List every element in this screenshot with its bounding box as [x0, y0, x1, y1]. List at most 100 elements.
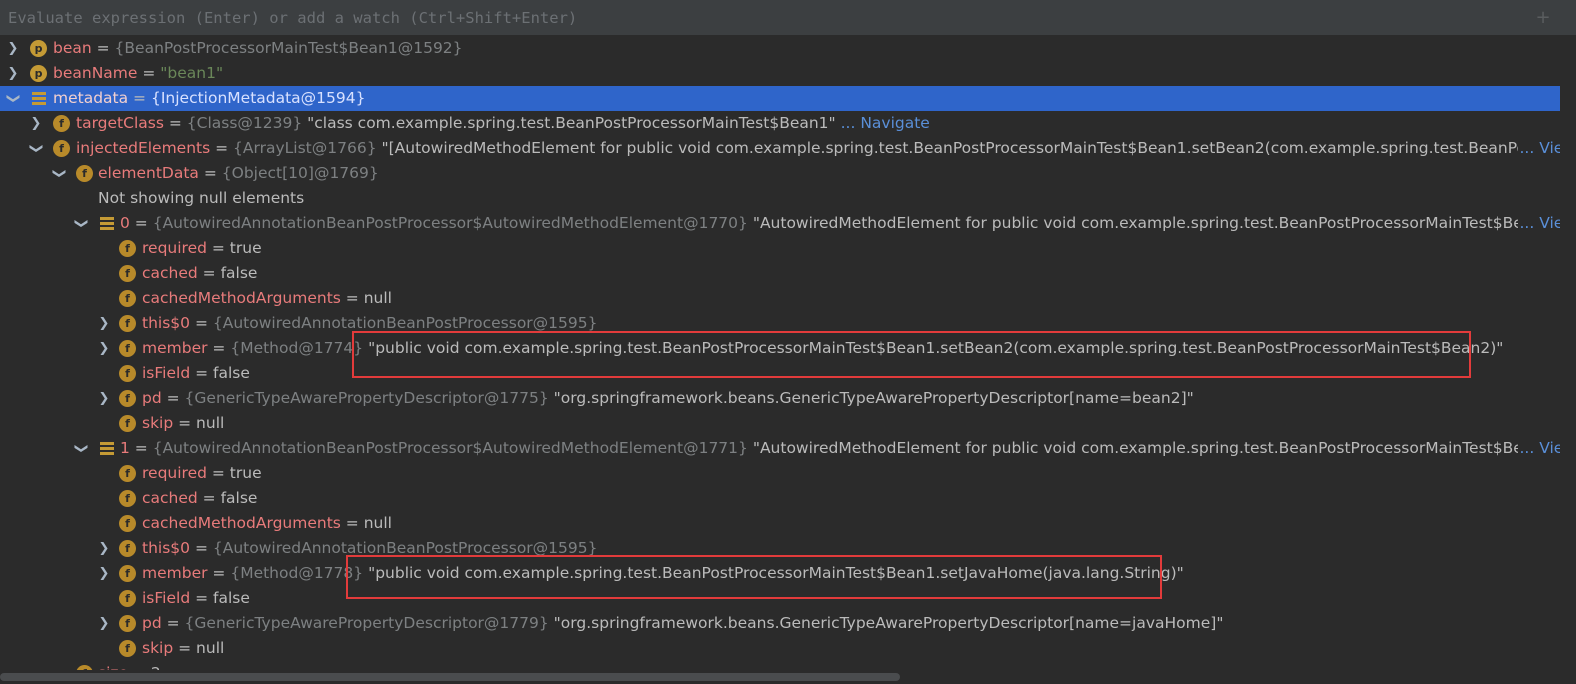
var-name: cached [142, 264, 198, 282]
view-link[interactable]: ... View [1517, 211, 1560, 236]
tree-row-required[interactable]: f required = true [0, 461, 1560, 486]
property-icon: p [30, 40, 47, 57]
collapse-arrow-icon[interactable]: ❯ [47, 166, 72, 182]
horizontal-scrollbar[interactable] [0, 670, 1576, 684]
tree-row-metadata[interactable]: ❯ metadata = {InjectionMetadata@1594} [0, 86, 1560, 111]
var-type: {GenericTypeAwarePropertyDescriptor@1775… [184, 389, 549, 407]
var-value: "org.springframework.beans.GenericTypeAw… [548, 614, 1224, 632]
field-icon: f [119, 540, 136, 557]
navigate-link[interactable]: ... Navigate [836, 114, 930, 132]
var-name: 1 [120, 439, 130, 457]
var-name: bean [53, 39, 92, 57]
var-name: this$0 [142, 539, 191, 557]
var-value: "bean1" [160, 64, 224, 82]
var-type: {GenericTypeAwarePropertyDescriptor@1779… [184, 614, 549, 632]
tree-row-cachedmethodarguments[interactable]: f cachedMethodArguments = null [0, 511, 1560, 536]
var-type: {Object[10]@1769} [221, 164, 379, 182]
var-value: false [220, 264, 258, 282]
var-type: {AutowiredAnnotationBeanPostProcessor$Au… [152, 214, 748, 232]
var-type: {Method@1778} [230, 564, 364, 582]
vertical-scrollbar[interactable] [1566, 36, 1576, 676]
tree-row-element-0[interactable]: ❯ 0 = {AutowiredAnnotationBeanPostProces… [0, 211, 1560, 236]
tree-row-beanname[interactable]: ❯ p beanName = "bean1" [0, 61, 1560, 86]
expand-arrow-icon[interactable]: ❯ [96, 561, 112, 586]
var-value: true [229, 464, 262, 482]
var-name: 0 [120, 214, 130, 232]
tree-row-cached[interactable]: f cached = false [0, 261, 1560, 286]
tree-row-injectedelements[interactable]: ❯ f injectedElements = {ArrayList@1766} … [0, 136, 1560, 161]
field-icon: f [119, 490, 136, 507]
tree-row-cachedmethodarguments[interactable]: f cachedMethodArguments = null [0, 286, 1560, 311]
tree-row-skip[interactable]: f skip = null [0, 411, 1560, 436]
tree-row-targetclass[interactable]: ❯ f targetClass = {Class@1239} "class co… [0, 111, 1560, 136]
var-name: this$0 [142, 314, 191, 332]
expand-arrow-icon[interactable]: ❯ [5, 61, 21, 86]
var-name: metadata [53, 89, 129, 107]
expand-arrow-icon[interactable]: ❯ [96, 336, 112, 361]
collapse-arrow-icon[interactable]: ❯ [24, 141, 49, 157]
evaluate-expression-input[interactable] [8, 6, 1488, 30]
var-name: injectedElements [76, 139, 211, 157]
var-value: false [220, 489, 258, 507]
var-value: null [196, 414, 225, 432]
tree-row-info: Not showing null elements [0, 186, 1560, 211]
expand-arrow-icon[interactable]: ❯ [96, 386, 112, 411]
tree-row-skip[interactable]: f skip = null [0, 636, 1560, 661]
scrollbar-thumb[interactable] [0, 673, 900, 681]
tree-row-bean[interactable]: ❯ p bean = {BeanPostProcessorMainTest$Be… [0, 36, 1560, 61]
var-type: {ArrayList@1766} [233, 139, 377, 157]
field-icon: f [119, 640, 136, 657]
var-name: member [142, 564, 208, 582]
field-icon: f [119, 315, 136, 332]
var-name: targetClass [76, 114, 164, 132]
var-name: elementData [98, 164, 199, 182]
tree-row-elementdata[interactable]: ❯ f elementData = {Object[10]@1769} [0, 161, 1560, 186]
field-icon: f [76, 165, 93, 182]
field-icon: f [119, 265, 136, 282]
var-value: null [363, 514, 392, 532]
var-type: {Class@1239} [186, 114, 303, 132]
array-icon [100, 217, 114, 231]
property-icon: p [30, 65, 47, 82]
add-watch-icon[interactable]: + [1532, 9, 1554, 31]
var-value: "org.springframework.beans.GenericTypeAw… [548, 389, 1194, 407]
collapse-arrow-icon[interactable]: ❯ [69, 216, 94, 232]
field-icon: f [119, 365, 136, 382]
var-value: false [213, 364, 250, 382]
var-value: "AutowiredMethodElement for public void … [747, 214, 1552, 232]
tree-row-pd[interactable]: ❯ f pd = {GenericTypeAwarePropertyDescri… [0, 386, 1560, 411]
highlight-box [346, 555, 1162, 599]
var-value: "AutowiredMethodElement for public void … [747, 439, 1552, 457]
view-link[interactable]: ... View [1517, 436, 1560, 461]
field-icon: f [119, 590, 136, 607]
expand-arrow-icon[interactable]: ❯ [96, 311, 112, 336]
collapse-arrow-icon[interactable]: ❯ [1, 91, 26, 107]
expand-arrow-icon[interactable]: ❯ [5, 36, 21, 61]
expand-arrow-icon[interactable]: ❯ [28, 111, 44, 136]
tree-row-cached[interactable]: f cached = false [0, 486, 1560, 511]
view-link[interactable]: ... View [1517, 136, 1560, 161]
tree-row-required[interactable]: f required = true [0, 236, 1560, 261]
field-icon: f [119, 340, 136, 357]
var-name: required [142, 239, 207, 257]
tree-row-pd[interactable]: ❯ f pd = {GenericTypeAwarePropertyDescri… [0, 611, 1560, 636]
expand-arrow-icon[interactable]: ❯ [96, 611, 112, 636]
tree-row-element-1[interactable]: ❯ 1 = {AutowiredAnnotationBeanPostProces… [0, 436, 1560, 461]
field-icon: f [53, 140, 70, 157]
var-type: {BeanPostProcessorMainTest$Bean1@1592} [114, 39, 463, 57]
expand-arrow-icon[interactable]: ❯ [96, 536, 112, 561]
var-value: false [213, 589, 250, 607]
var-name: isField [142, 364, 191, 382]
var-value: "class com.example.spring.test.BeanPostP… [302, 114, 836, 132]
var-name: cachedMethodArguments [142, 289, 341, 307]
var-type: {AutowiredAnnotationBeanPostProcessor$Au… [152, 439, 748, 457]
field-icon: f [119, 240, 136, 257]
array-icon [32, 92, 46, 106]
var-value: true [229, 239, 262, 257]
array-icon [100, 442, 114, 456]
var-name: beanName [53, 64, 138, 82]
field-icon: f [119, 290, 136, 307]
collapse-arrow-icon[interactable]: ❯ [69, 441, 94, 457]
field-icon: f [119, 565, 136, 582]
var-value: null [363, 289, 392, 307]
